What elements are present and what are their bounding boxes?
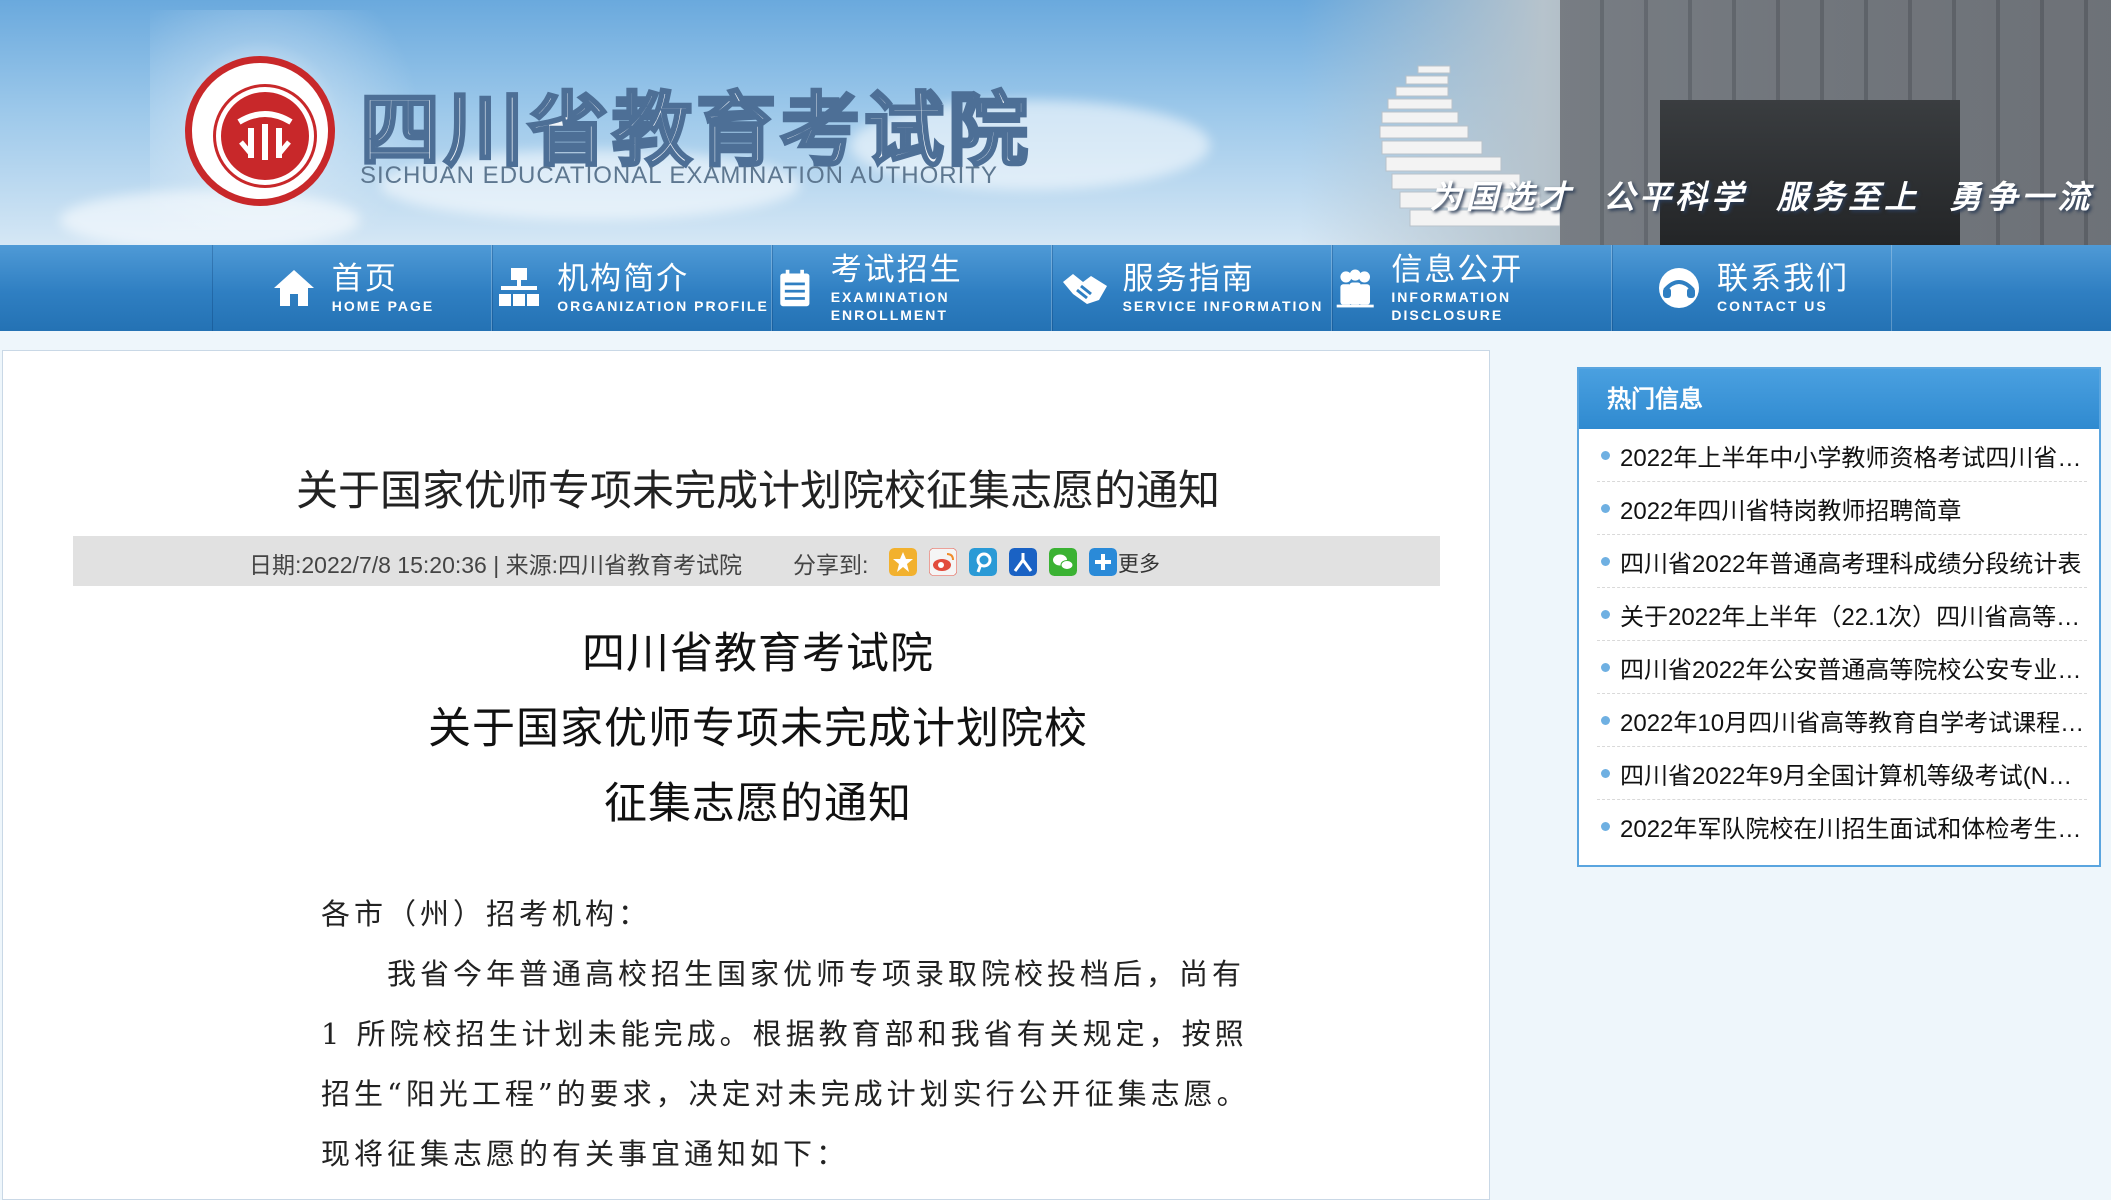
- nav-item-disclosure[interactable]: 信息公开 INFORMATION DISCLOSURE: [1332, 245, 1612, 331]
- site-subtitle: SICHUAN EDUCATIONAL EXAMINATION AUTHORIT…: [360, 162, 998, 189]
- tencent-weibo-icon[interactable]: [969, 548, 997, 576]
- nav-label-cn: 联系我们: [1717, 261, 1849, 297]
- bullet-icon: [1601, 450, 1610, 460]
- bullet-icon: [1601, 609, 1610, 619]
- news-link[interactable]: 2022年四川省特岗教师招聘简章: [1620, 491, 2087, 526]
- share-label: 分享到:: [793, 552, 869, 578]
- body-paragraph-line: 招生“阳光工程”的要求，决定对未完成计划实行公开征集志愿。: [321, 1077, 1250, 1111]
- list-item[interactable]: 四川省2022年普通高考理科成绩分段统计表: [1597, 535, 2087, 588]
- nav-item-home[interactable]: 首页 HOME PAGE: [212, 245, 492, 331]
- nav-label-cn: 考试招生: [830, 252, 963, 288]
- nav-item-contact[interactable]: 联系我们 CONTACT US: [1612, 245, 1892, 331]
- handshake-icon: [1062, 274, 1107, 304]
- body-paragraph-line: 我省今年普通高校招生国家优师专项录取院校投档后，尚有: [321, 957, 1246, 991]
- list-item[interactable]: 2022年军队院校在川招生面试和体检考生名单公布: [1597, 800, 2087, 852]
- people-icon: [1336, 269, 1374, 308]
- document-heading-line: 征集志愿的通知: [604, 779, 912, 829]
- nav-label-en: SERVICE INFORMATION: [1122, 298, 1324, 314]
- document-list-icon: [780, 269, 810, 307]
- nav-label-cn: 机构简介: [557, 261, 690, 297]
- news-link[interactable]: 四川省2022年公安普通高等院校公安专业招生政治考察: [1620, 650, 2087, 685]
- nav-label-en: EXAMINATION ENROLLMENT: [830, 289, 950, 323]
- contact-icon: [1659, 268, 1699, 308]
- nav-label-en: HOME PAGE: [331, 298, 435, 314]
- list-item[interactable]: 关于2022年上半年（22.1次）四川省高等教育自学考试: [1597, 588, 2087, 641]
- document-heading-line: 关于国家优师专项未完成计划院校: [428, 704, 1088, 754]
- news-link[interactable]: 关于2022年上半年（22.1次）四川省高等教育自学考试: [1620, 597, 2087, 632]
- nav-label-cn: 首页: [331, 261, 398, 297]
- nav-label-en: ORGANIZATION PROFILE: [557, 298, 769, 314]
- bullet-icon: [1601, 556, 1610, 566]
- hot-news-list: 2022年上半年中小学教师资格考试四川省合格人员名单公示 2022年四川省特岗教…: [1579, 429, 2099, 852]
- article-panel: 关于国家优师专项未完成计划院校征集志愿的通知 日期:2022/7/8 15:20…: [2, 350, 1490, 1200]
- exam-authority-seal-icon[interactable]: [185, 56, 335, 206]
- news-link[interactable]: 2022年军队院校在川招生面试和体检考生名单公布: [1620, 809, 2087, 844]
- nav-label-cn: 信息公开: [1391, 252, 1524, 288]
- site-slogan: 为国选才 公平科学 服务至上 勇争一流: [1430, 178, 2094, 216]
- news-link[interactable]: 四川省2022年普通高考理科成绩分段统计表: [1620, 544, 2087, 579]
- hot-news-sidebar: 热门信息 2022年上半年中小学教师资格考试四川省合格人员名单公示 2022年四…: [1577, 367, 2101, 867]
- qzone-icon[interactable]: [889, 548, 917, 576]
- list-item[interactable]: 2022年四川省特岗教师招聘简章: [1597, 482, 2087, 535]
- nav-label-en: CONTACT US: [1717, 298, 1828, 314]
- list-item[interactable]: 2022年10月四川省高等教育自学考试课程考试时间安排: [1597, 694, 2087, 747]
- article-title: 关于国家优师专项未完成计划院校征集志愿的通知: [295, 466, 1220, 515]
- bullet-icon: [1601, 821, 1610, 831]
- nav-item-organization[interactable]: 机构简介 ORGANIZATION PROFILE: [492, 245, 772, 331]
- article-meta-bar: 日期:2022/7/8 15:20:36 | 来源:四川省教育考试院 分享到:: [73, 536, 1440, 586]
- nav-item-service[interactable]: 服务指南 SERVICE INFORMATION: [1052, 245, 1332, 331]
- renren-icon[interactable]: [1009, 548, 1037, 576]
- bullet-icon: [1601, 768, 1610, 778]
- body-paragraph-line: 各市（州）招考机构：: [321, 897, 652, 931]
- share-more-link[interactable]: 更多: [1118, 548, 1160, 578]
- news-link[interactable]: 四川省2022年9月全国计算机等级考试(NCRE)报名通知: [1620, 756, 2087, 791]
- main-navigation: 首页 HOME PAGE 机构简介 ORGANIZATION PROFILE 考…: [0, 245, 2111, 331]
- news-link[interactable]: 2022年上半年中小学教师资格考试四川省合格人员名单公示: [1620, 438, 2087, 473]
- bullet-icon: [1601, 715, 1610, 725]
- nav-label-cn: 服务指南: [1122, 261, 1255, 297]
- article-meta: 日期:2022/7/8 15:20:36 | 来源:四川省教育考试院: [249, 552, 742, 578]
- bullet-icon: [1601, 503, 1610, 513]
- list-item[interactable]: 四川省2022年9月全国计算机等级考试(NCRE)报名通知: [1597, 747, 2087, 800]
- document-heading-line: 四川省教育考试院: [582, 629, 934, 679]
- organization-icon: [499, 268, 540, 306]
- body-paragraph-line: 现将征集志愿的有关事宜通知如下：: [321, 1137, 850, 1171]
- bullet-icon: [1601, 662, 1610, 672]
- sidebar-heading: 热门信息: [1579, 369, 2099, 429]
- news-link[interactable]: 2022年10月四川省高等教育自学考试课程考试时间安排: [1620, 703, 2087, 738]
- header-banner: 四川省教育考试院 SICHUAN EDUCATIONAL EXAMINATION…: [0, 0, 2111, 245]
- body-paragraph-line: 1 所院校招生计划未能完成。根据教育部和我省有关规定，按照: [321, 1017, 1248, 1051]
- list-item[interactable]: 四川省2022年公安普通高等院校公安专业招生政治考察: [1597, 641, 2087, 694]
- list-item[interactable]: 2022年上半年中小学教师资格考试四川省合格人员名单公示: [1597, 429, 2087, 482]
- weibo-icon[interactable]: [929, 548, 957, 576]
- plus-icon[interactable]: [1089, 548, 1117, 576]
- nav-label-en: INFORMATION DISCLOSURE: [1391, 289, 1512, 323]
- home-icon: [273, 270, 314, 306]
- wechat-icon[interactable]: [1049, 548, 1077, 576]
- nav-item-exam-enrollment[interactable]: 考试招生 EXAMINATION ENROLLMENT: [772, 245, 1052, 331]
